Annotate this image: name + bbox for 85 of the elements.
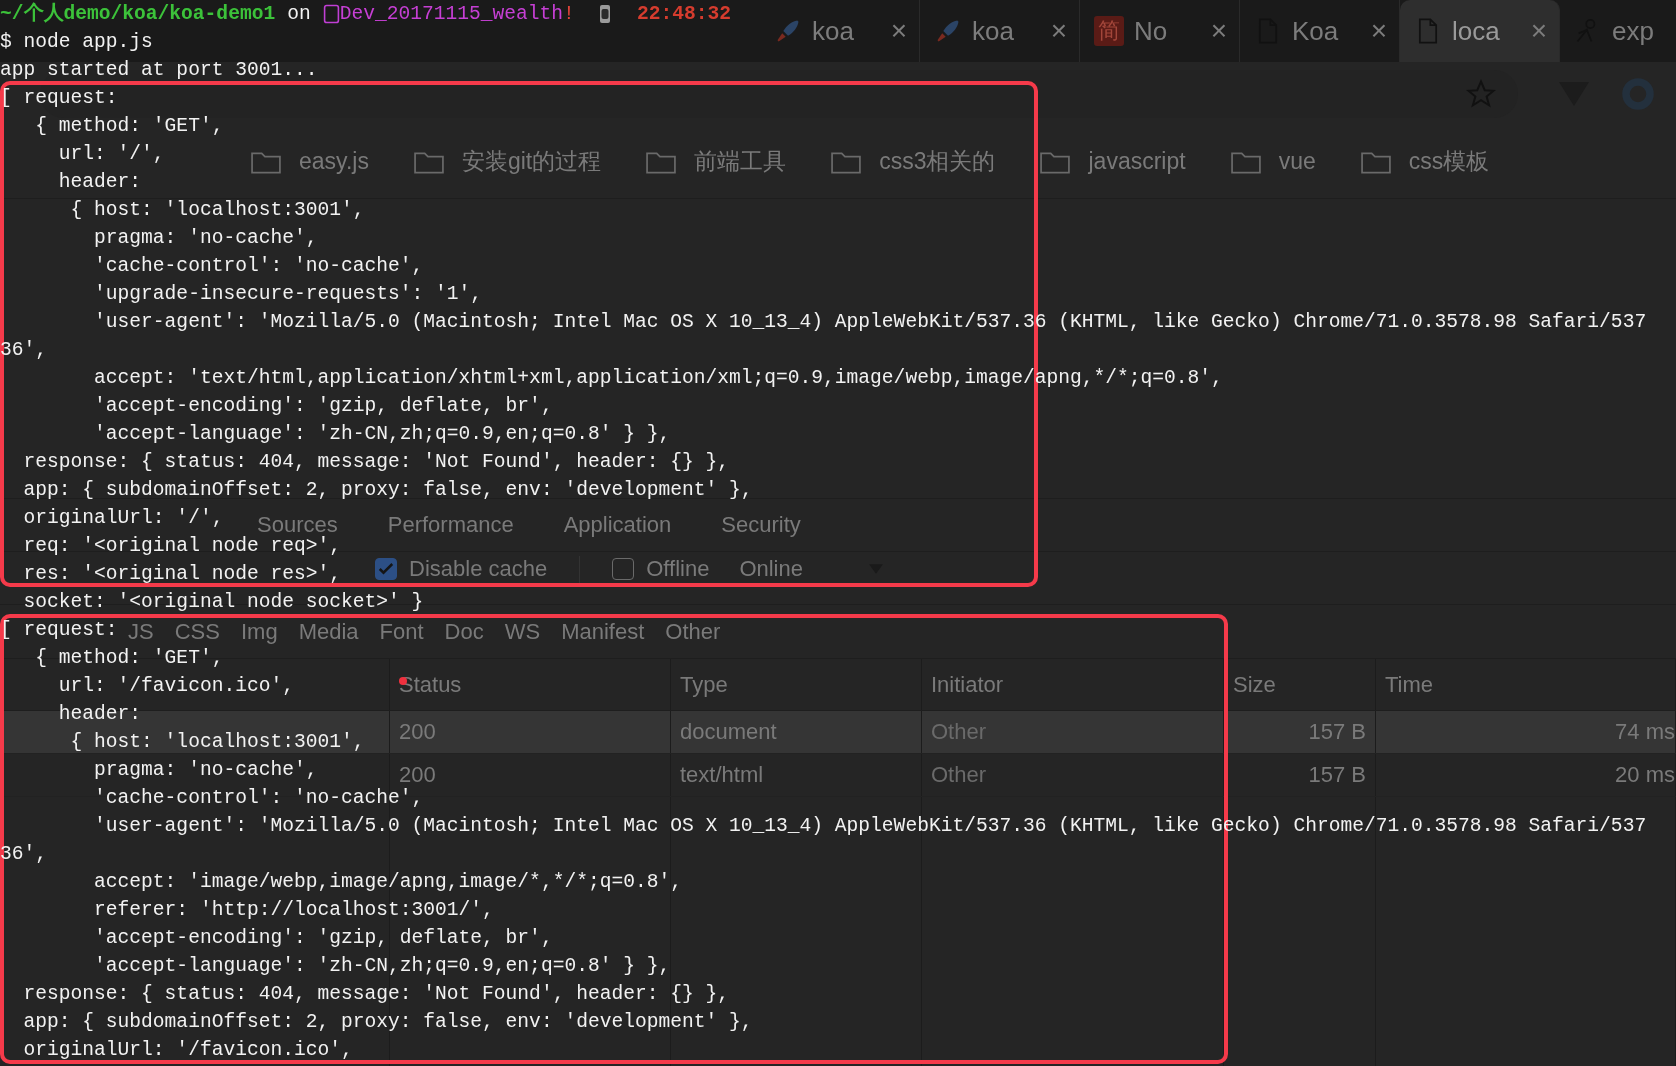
table-cell: text/html <box>671 754 922 796</box>
bookmark-item[interactable]: javascript <box>1040 148 1186 175</box>
bookmark-item[interactable]: 安装git的过程 <box>413 146 602 177</box>
column-header[interactable]: Time <box>1376 659 1676 710</box>
terminal-line: 'accept-encoding': 'gzip, deflate, br', <box>93 394 553 419</box>
git-branch: Dev_20171115_wealth <box>339 2 564 27</box>
bookmark-item[interactable]: css3相关的 <box>831 146 996 177</box>
table-cell: Other <box>922 754 1224 796</box>
type-filter[interactable]: JS <box>128 618 154 645</box>
type-filter[interactable]: CSS <box>174 618 220 645</box>
browser-tab[interactable]: koa × <box>760 0 920 62</box>
terminal-line: header: <box>57 170 142 195</box>
table-cell: 157 B <box>1224 711 1376 753</box>
terminal-line: { host: 'localhost:3001', <box>69 198 365 223</box>
terminal-line: url: '/', <box>57 142 165 167</box>
type-filter[interactable]: WS <box>504 618 541 645</box>
terminal-line: 'accept-encoding': 'gzip, deflate, br', <box>93 926 553 951</box>
table-cell: 20 ms <box>1376 754 1676 796</box>
terminal-line: accept: 'image/webp,image/apng,image/*,*/*;q=0.8', <box>93 870 682 895</box>
column-header[interactable]: Initiator <box>922 659 1224 710</box>
checkbox-box[interactable] <box>612 558 635 580</box>
type-filter[interactable]: Manifest <box>561 618 645 645</box>
dirty-mark: ! <box>563 2 575 27</box>
terminal-line: pragma: 'no-cache', <box>93 226 318 251</box>
browser-tab[interactable]: 简 No × <box>1080 0 1240 62</box>
terminal-line: pragma: 'no-cache', <box>93 758 318 783</box>
terminal-line: originalUrl: '/', <box>22 506 224 531</box>
prompt-time: 22:48:32 <box>636 2 731 27</box>
terminal-line: response: { status: 404, message: 'Not Found', header: {} }, <box>22 982 729 1007</box>
close-icon[interactable]: × <box>1370 15 1387 47</box>
column-header[interactable]: Type <box>671 659 922 710</box>
close-icon[interactable]: × <box>1050 15 1067 47</box>
bookmark-item[interactable]: easy.js <box>251 148 369 175</box>
terminal-line: 'accept-language': 'zh-CN,zh;q=0.9,en;q=0.8' } }, <box>93 422 671 447</box>
terminal-line: [ request: <box>0 618 118 643</box>
type-filter[interactable]: Img <box>240 618 278 645</box>
bookmark-item[interactable]: vue <box>1230 148 1316 175</box>
checkbox-box[interactable] <box>375 558 397 580</box>
terminal-line: app: { subdomainOffset: 2, proxy: false, env: 'development' }, <box>22 1010 753 1035</box>
terminal-line: 'accept-language': 'zh-CN,zh;q=0.9,en;q=0.8' } }, <box>93 954 671 979</box>
table-cell: 200 <box>390 711 671 753</box>
checkbox-label: Disable cache <box>409 556 548 582</box>
terminal-line: 'cache-control': 'no-cache', <box>93 254 424 279</box>
terminal-line: [ request: <box>0 86 118 111</box>
terminal-line: req: '<original node req>', <box>22 534 341 559</box>
close-icon[interactable]: × <box>1210 15 1227 47</box>
ring-icon[interactable] <box>1620 75 1656 112</box>
checkbox-label: Offline <box>646 556 710 582</box>
type-filter[interactable]: Media <box>298 618 359 645</box>
close-icon[interactable]: × <box>890 15 907 47</box>
type-filter[interactable]: Other <box>665 618 721 645</box>
type-filter[interactable]: Font <box>379 618 424 645</box>
prompt-text: on <box>287 2 311 27</box>
terminal-line: 'upgrade-insecure-requests': '1', <box>93 282 483 307</box>
throttle-select[interactable]: Online <box>739 556 803 582</box>
terminal-line: { method: 'GET', <box>34 646 224 671</box>
table-cell: 157 B <box>1224 754 1376 796</box>
badge-icon: 简 <box>1094 16 1124 46</box>
type-filter[interactable]: Doc <box>444 618 484 645</box>
terminal-line: { method: 'GET', <box>34 114 224 139</box>
devtools-tab[interactable]: Application <box>563 512 672 538</box>
close-icon[interactable]: × <box>1530 15 1547 47</box>
terminal-line: url: '/favicon.ico', <box>57 674 294 699</box>
table-cell: document <box>671 711 922 753</box>
missing-glyph-icon <box>322 3 340 25</box>
bookmark-item[interactable]: css模板 <box>1360 146 1490 177</box>
terminal-line: app started at port 3001... <box>0 58 318 83</box>
terminal-line: originalUrl: '/favicon.ico', <box>22 1038 353 1063</box>
browser-tab[interactable]: loca × <box>1400 0 1560 62</box>
column-header[interactable]: Size <box>1224 659 1376 710</box>
devtools-tab[interactable]: Performance <box>387 512 514 538</box>
bookmark-item[interactable]: 前端工具 <box>646 146 787 177</box>
record-dot-icon <box>399 677 407 685</box>
browser-tab[interactable]: exp <box>1560 0 1676 62</box>
terminal-line: res: '<original node res>', <box>22 562 341 587</box>
terminal-line: referer: 'http://localhost:3001/', <box>93 898 494 923</box>
terminal-line: socket: '<original node socket>' } <box>22 590 424 615</box>
terminal-line: app: { subdomainOffset: 2, proxy: false, env: 'development' }, <box>22 478 753 503</box>
terminal-line: response: { status: 404, message: 'Not Found', header: {} }, <box>22 450 729 475</box>
devtools-tab[interactable]: Security <box>721 512 801 538</box>
terminal-line: { host: 'localhost:3001', <box>69 730 365 755</box>
terminal-line: $ node app.js <box>0 30 153 55</box>
prompt-path: ~/个人demo/koa/koa-demo1 <box>0 1 276 27</box>
browser-tab[interactable]: koa × <box>920 0 1080 62</box>
table-cell: 74 ms <box>1376 711 1676 753</box>
